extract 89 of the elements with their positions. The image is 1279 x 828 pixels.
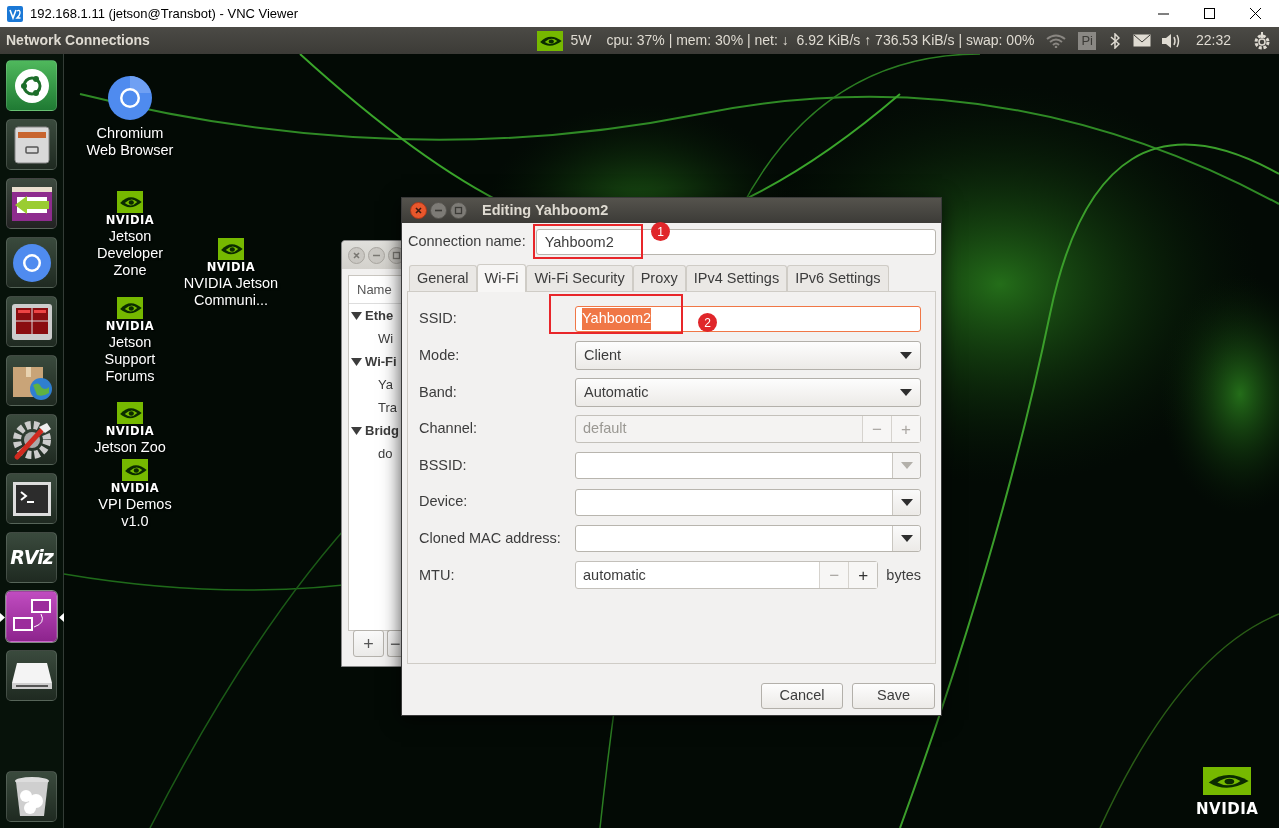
field-label: Channel:	[419, 419, 479, 439]
circle-logo-icon	[12, 66, 51, 105]
eye-logo-icon[interactable]	[117, 297, 143, 319]
tree-item[interactable]: Ethe	[365, 305, 394, 326]
cancel-button[interactable]: Cancel	[761, 683, 843, 709]
browser-icon[interactable]	[107, 75, 153, 121]
clock[interactable]: 22:32	[1195, 30, 1231, 51]
field-label: BSSID:	[419, 455, 468, 475]
eye-logo-icon[interactable]	[122, 459, 148, 481]
launcher-button[interactable]	[6, 650, 57, 701]
minimize-icon[interactable]	[430, 202, 447, 219]
field-label: SSID:	[419, 309, 458, 329]
launcher-button[interactable]	[6, 771, 57, 822]
logo-text: NVIDIA	[105, 425, 155, 437]
tree-item[interactable]: Tra	[378, 397, 398, 418]
tab[interactable]: General	[409, 265, 477, 291]
field-label: Device:	[419, 492, 469, 512]
launcher-button[interactable]	[6, 237, 57, 288]
save-button[interactable]: Save	[852, 683, 935, 709]
launcher-button[interactable]: RViz	[6, 532, 57, 583]
eye-logo-icon[interactable]	[218, 238, 244, 260]
expander-icon[interactable]	[351, 311, 362, 320]
tree-item[interactable]: Ya	[378, 374, 393, 395]
shortcut-label[interactable]: NVIDIA Jetson Communi...	[183, 275, 279, 309]
field-label: MTU:	[419, 565, 456, 585]
file-cabinet-icon	[11, 124, 52, 165]
launcher-button[interactable]	[6, 414, 57, 465]
close-icon	[1249, 8, 1261, 19]
launcher-button[interactable]	[6, 60, 57, 111]
eye-logo-icon[interactable]	[117, 402, 143, 424]
caret-icon	[900, 389, 912, 396]
shortcut-label[interactable]: Jetson Developer Zone	[82, 228, 178, 279]
logo-text: NVIDIA	[105, 320, 155, 332]
tab[interactable]: Wi-Fi	[476, 264, 527, 292]
expander-icon[interactable]	[351, 426, 362, 435]
shortcut-label[interactable]: Jetson Zoo	[82, 439, 178, 456]
eye-logo-icon	[1203, 767, 1252, 795]
expander-icon[interactable]	[351, 357, 362, 366]
field-label: Cloned MAC address:	[419, 529, 562, 548]
logo-text: NVIDIA	[206, 261, 256, 273]
logo-text: NVIDIA	[1196, 801, 1259, 817]
drive-icon	[10, 660, 53, 691]
browser-icon	[11, 242, 52, 283]
system-stats: cpu: 37% | mem: 30% | net: ↓ 6.92 KiB/s ↑ 736.53 KiB/s | swap: 00%	[606, 31, 1035, 50]
app-title: Network Connections	[6, 31, 150, 50]
dropdown[interactable]: Client	[575, 341, 921, 371]
launcher-button[interactable]	[6, 473, 57, 524]
window-title: 192.168.1.11 (jetson@Transbot) - VNC Viewer	[30, 4, 299, 23]
power-reading: 5W	[570, 31, 592, 50]
launcher-button[interactable]	[6, 355, 57, 406]
dialog-title: Editing Yahboom2	[482, 200, 609, 220]
launcher-button[interactable]	[6, 178, 57, 229]
caret-icon	[900, 352, 912, 360]
toolbar-button[interactable]: +	[353, 630, 384, 657]
tab[interactable]: IPv4 Settings	[685, 265, 788, 291]
trash-can-icon	[12, 775, 51, 818]
mail-icon[interactable]	[1132, 34, 1151, 47]
launcher-button[interactable]	[6, 591, 57, 642]
field-label: Band:	[419, 382, 458, 402]
field-label: Mode:	[419, 346, 461, 365]
bluetooth-icon[interactable]	[1109, 32, 1120, 49]
app-logo-icon	[7, 5, 23, 22]
shortcut-label[interactable]: Chromium Web Browser	[82, 125, 178, 159]
shortcut-label[interactable]: Jetson Support Forums	[82, 334, 178, 385]
close-icon[interactable]	[348, 246, 365, 264]
eye-logo-icon[interactable]	[117, 191, 143, 213]
logo-text: NVIDIA	[110, 482, 160, 494]
tree-item[interactable]: Wi-Fi	[365, 351, 397, 372]
unit-label: bytes	[886, 565, 921, 585]
volume-icon[interactable]	[1160, 32, 1181, 49]
dropdown[interactable]: Automatic	[575, 378, 921, 407]
terminal-icon	[11, 480, 52, 517]
tree-item[interactable]: Bridg	[365, 420, 399, 441]
field-label: Connection name:	[408, 232, 526, 252]
launcher-button[interactable]	[6, 296, 57, 347]
tab[interactable]: Wi-Fi Security	[526, 265, 633, 291]
tree-item[interactable]: Wi	[378, 328, 394, 349]
logo-text: NVIDIA	[105, 214, 155, 226]
terminal-tiles-icon	[10, 302, 53, 341]
launcher-button[interactable]	[6, 119, 57, 170]
close-icon[interactable]	[410, 202, 427, 219]
tab[interactable]: IPv6 Settings	[787, 265, 889, 291]
wifi-icon[interactable]	[1046, 33, 1067, 48]
gear-wrench-icon	[10, 418, 53, 461]
tree-item[interactable]: do	[378, 443, 393, 464]
maximize-icon	[1203, 8, 1215, 19]
tab[interactable]: Proxy	[632, 265, 686, 291]
eye-logo-icon	[537, 30, 564, 51]
shortcut-label[interactable]: VPI Demos v1.0	[87, 496, 183, 530]
